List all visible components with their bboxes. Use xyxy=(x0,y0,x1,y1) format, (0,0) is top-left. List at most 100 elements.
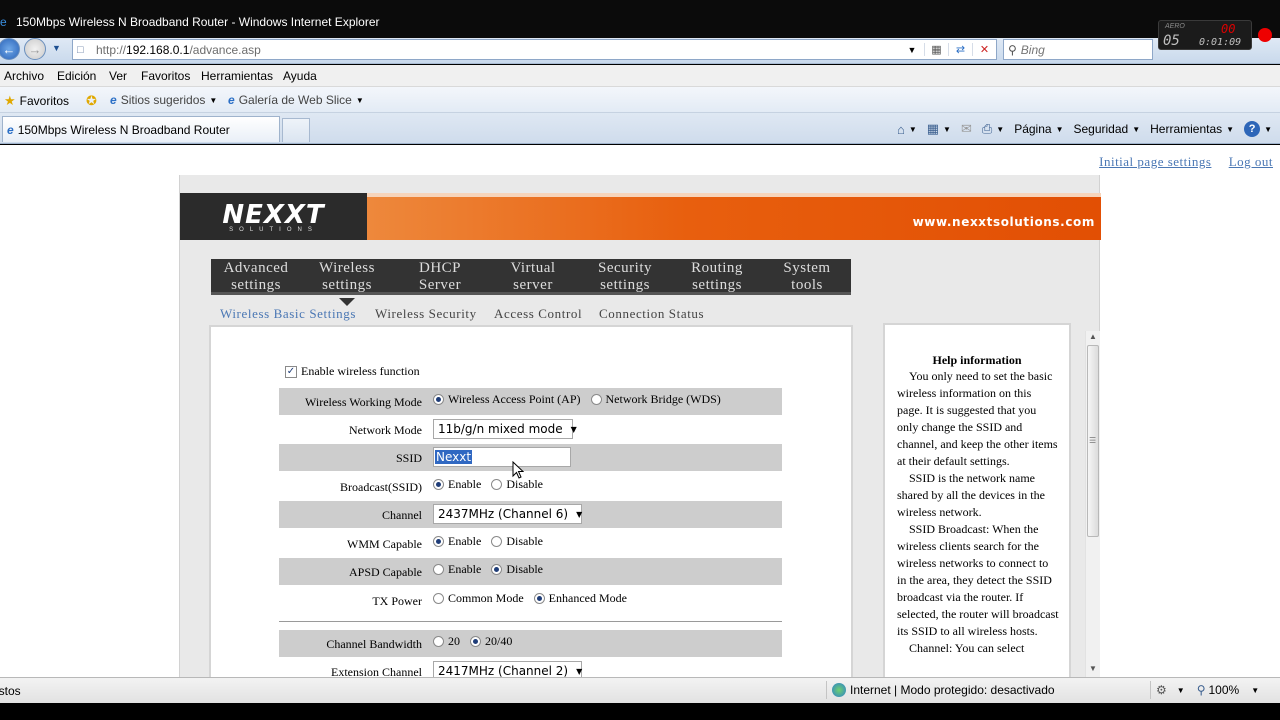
web-slice-gallery-button[interactable]: e Galería de Web Slice ▼ xyxy=(228,93,364,107)
back-button[interactable]: ← xyxy=(0,38,20,60)
radio-broadcast-disable[interactable]: Disable xyxy=(491,477,543,492)
row-channel: Channel 2437MHz (Channel 6) ▼ xyxy=(279,501,782,528)
wireless-basic-settings-form: ✓ Enable wireless function Wireless Work… xyxy=(209,325,853,677)
refresh-icon[interactable]: ⇄ xyxy=(948,43,972,56)
compatibility-view-icon[interactable]: ▦ xyxy=(924,43,948,56)
menu-favoritos[interactable]: Favoritos xyxy=(141,69,190,83)
mail-button[interactable]: ✉ xyxy=(961,121,972,137)
row-extension-channel: Extension Channel 2417MHz (Channel 2) ▼ xyxy=(279,658,782,677)
recent-pages-chevron-down-icon[interactable]: ▼ xyxy=(52,43,61,53)
nav-routing-settings[interactable]: Routing settings xyxy=(678,259,756,295)
tab-wireless-security[interactable]: Wireless Security xyxy=(375,306,477,322)
tab-wireless-basic-settings[interactable]: Wireless Basic Settings xyxy=(220,306,356,322)
radio-mode-wds[interactable]: Network Bridge (WDS) xyxy=(590,392,721,407)
radio-tx-common[interactable]: Common Mode xyxy=(433,591,524,606)
menu-ver[interactable]: Ver xyxy=(109,69,127,83)
menu-herramientas[interactable]: Herramientas xyxy=(201,69,273,83)
radio-mode-ap[interactable]: Wireless Access Point (AP) xyxy=(433,392,581,407)
channel-select[interactable]: 2437MHz (Channel 6) ▼ xyxy=(433,504,582,524)
ie-page-icon: e xyxy=(228,93,235,107)
radio-bandwidth-20[interactable]: 20 xyxy=(433,634,460,649)
scroll-up-icon[interactable]: ▲ xyxy=(1089,332,1097,341)
chevron-down-icon: ▼ xyxy=(943,124,951,134)
url-text[interactable]: http://192.168.0.1/advance.asp xyxy=(96,43,261,57)
suggested-sites-button[interactable]: e Sitios sugeridos ▼ xyxy=(110,93,217,107)
tab-access-control[interactable]: Access Control xyxy=(494,306,582,322)
nav-security-settings[interactable]: Security settings xyxy=(585,259,665,295)
ssid-input[interactable]: Nexxt xyxy=(433,447,571,467)
row-tx-power: TX Power Common Mode Enhanced Mode xyxy=(372,591,627,608)
aero-counter-widget: AERO 05 00 0:01:09 xyxy=(1158,20,1252,50)
nav-advanced-settings[interactable]: Advanced settings xyxy=(216,259,296,295)
status-text: istos xyxy=(0,684,21,698)
security-menu[interactable]: Seguridad ▼ xyxy=(1073,122,1140,136)
tab-connection-status[interactable]: Connection Status xyxy=(599,306,704,322)
nav-virtual-server[interactable]: Virtual server xyxy=(494,259,572,295)
search-icon[interactable]: ⚲ xyxy=(1008,43,1017,57)
radio-apsd-enable[interactable]: Enable xyxy=(433,562,481,577)
initial-page-settings-link[interactable]: Initial page settings xyxy=(1099,154,1211,169)
url-dropdown-chevron-down-icon[interactable]: ▼ xyxy=(900,45,924,55)
radio-wmm-disable[interactable]: Disable xyxy=(491,534,543,549)
page-scrollbar[interactable]: ▲ ☰ ▼ xyxy=(1085,331,1100,677)
chevron-down-icon[interactable]: ▼ xyxy=(1251,686,1259,695)
logout-link[interactable]: Log out xyxy=(1229,154,1273,169)
stop-icon[interactable]: ✕ xyxy=(972,43,996,56)
nav-system-tools[interactable]: System tools xyxy=(770,259,844,295)
home-button[interactable]: ⌂ ▼ xyxy=(897,122,917,137)
top-links: Initial page settings Log out xyxy=(1085,154,1273,170)
new-tab-button[interactable] xyxy=(282,118,310,142)
chevron-down-icon: ▼ xyxy=(576,666,583,676)
menu-archivo[interactable]: Archivo xyxy=(4,69,44,83)
radio-apsd-disable[interactable]: Disable xyxy=(491,562,543,577)
nav-dhcp-server[interactable]: DHCP Server xyxy=(403,259,477,295)
radio-bandwidth-2040[interactable]: 20/40 xyxy=(470,634,512,649)
scroll-down-icon[interactable]: ▼ xyxy=(1089,664,1097,673)
menu-ayuda[interactable]: Ayuda xyxy=(283,69,317,83)
radio-tx-enhanced[interactable]: Enhanced Mode xyxy=(533,591,627,606)
radio-wmm-enable[interactable]: Enable xyxy=(433,534,481,549)
menu-edicion[interactable]: Edición xyxy=(57,69,96,83)
security-zone[interactable]: Internet | Modo protegido: desactivado xyxy=(832,683,1055,697)
tab-router[interactable]: e 150Mbps Wireless N Broadband Router xyxy=(2,116,280,142)
checkbox-checked[interactable]: ✓ xyxy=(285,365,297,378)
page-menu[interactable]: Página ▼ xyxy=(1014,122,1063,136)
address-bar: ← → ▼ □ http://192.168.0.1/advance.asp ▼… xyxy=(0,38,1280,64)
feeds-button[interactable]: ▦ ▼ xyxy=(927,121,951,137)
radio-broadcast-enable[interactable]: Enable xyxy=(433,477,481,492)
help-menu[interactable]: ? ▼ xyxy=(1244,121,1272,137)
protected-mode-icon[interactable]: ⚙ xyxy=(1156,683,1167,697)
print-button[interactable]: ⎙ ▼ xyxy=(982,121,1004,137)
tools-menu[interactable]: Herramientas ▼ xyxy=(1150,122,1234,136)
nav-wireless-settings[interactable]: Wireless settings xyxy=(308,259,386,306)
text-cursor-icon xyxy=(512,461,524,479)
nexxt-logo: NEXXT SOLUTIONS xyxy=(180,193,367,240)
extension-channel-select[interactable]: 2417MHz (Channel 2) ▼ xyxy=(433,661,582,677)
add-favorite-button[interactable]: ✪ xyxy=(86,93,101,109)
forward-button[interactable]: → xyxy=(24,38,46,60)
chevron-down-icon[interactable]: ▼ xyxy=(1177,686,1185,695)
aero-label: AERO xyxy=(1165,23,1185,30)
favorites-button[interactable]: ★ Favoritos xyxy=(4,93,69,109)
enable-wireless-checkbox[interactable]: ✓ Enable wireless function xyxy=(285,364,420,379)
header-banner: NEXXT SOLUTIONS www.nexxtsolutions.com xyxy=(180,193,1101,240)
row-ssid: SSID Nexxt xyxy=(279,444,782,471)
help-paragraph: SSID is the network name shared by all t… xyxy=(897,471,1045,519)
printer-icon: ⎙ xyxy=(981,121,993,136)
favorites-star-icon: ★ xyxy=(4,93,16,108)
network-mode-select[interactable]: 11b/g/n mixed mode ▼ xyxy=(433,419,577,439)
search-box[interactable]: ⚲ xyxy=(1003,39,1153,60)
chevron-down-icon: ▼ xyxy=(355,95,364,105)
record-indicator-icon[interactable] xyxy=(1258,28,1272,42)
status-separator xyxy=(1150,681,1151,699)
zoom-icon[interactable]: ⚲ xyxy=(1197,683,1206,697)
row-network-mode: Network Mode 11b/g/n mixed mode ▼ xyxy=(279,416,782,443)
zoom-level[interactable]: 100% xyxy=(1208,683,1239,697)
search-input[interactable] xyxy=(1020,42,1141,57)
mail-icon: ✉ xyxy=(960,121,972,136)
row-channel-bandwidth: Channel Bandwidth 20 20/40 xyxy=(279,630,782,657)
url-input[interactable]: □ http://192.168.0.1/advance.asp ▼ ▦ ⇄ ✕ xyxy=(72,39,997,60)
ie-page-icon: e xyxy=(7,122,14,137)
status-bar: istos Internet | Modo protegido: desacti… xyxy=(0,677,1280,703)
chevron-down-icon: ▼ xyxy=(1264,124,1272,134)
